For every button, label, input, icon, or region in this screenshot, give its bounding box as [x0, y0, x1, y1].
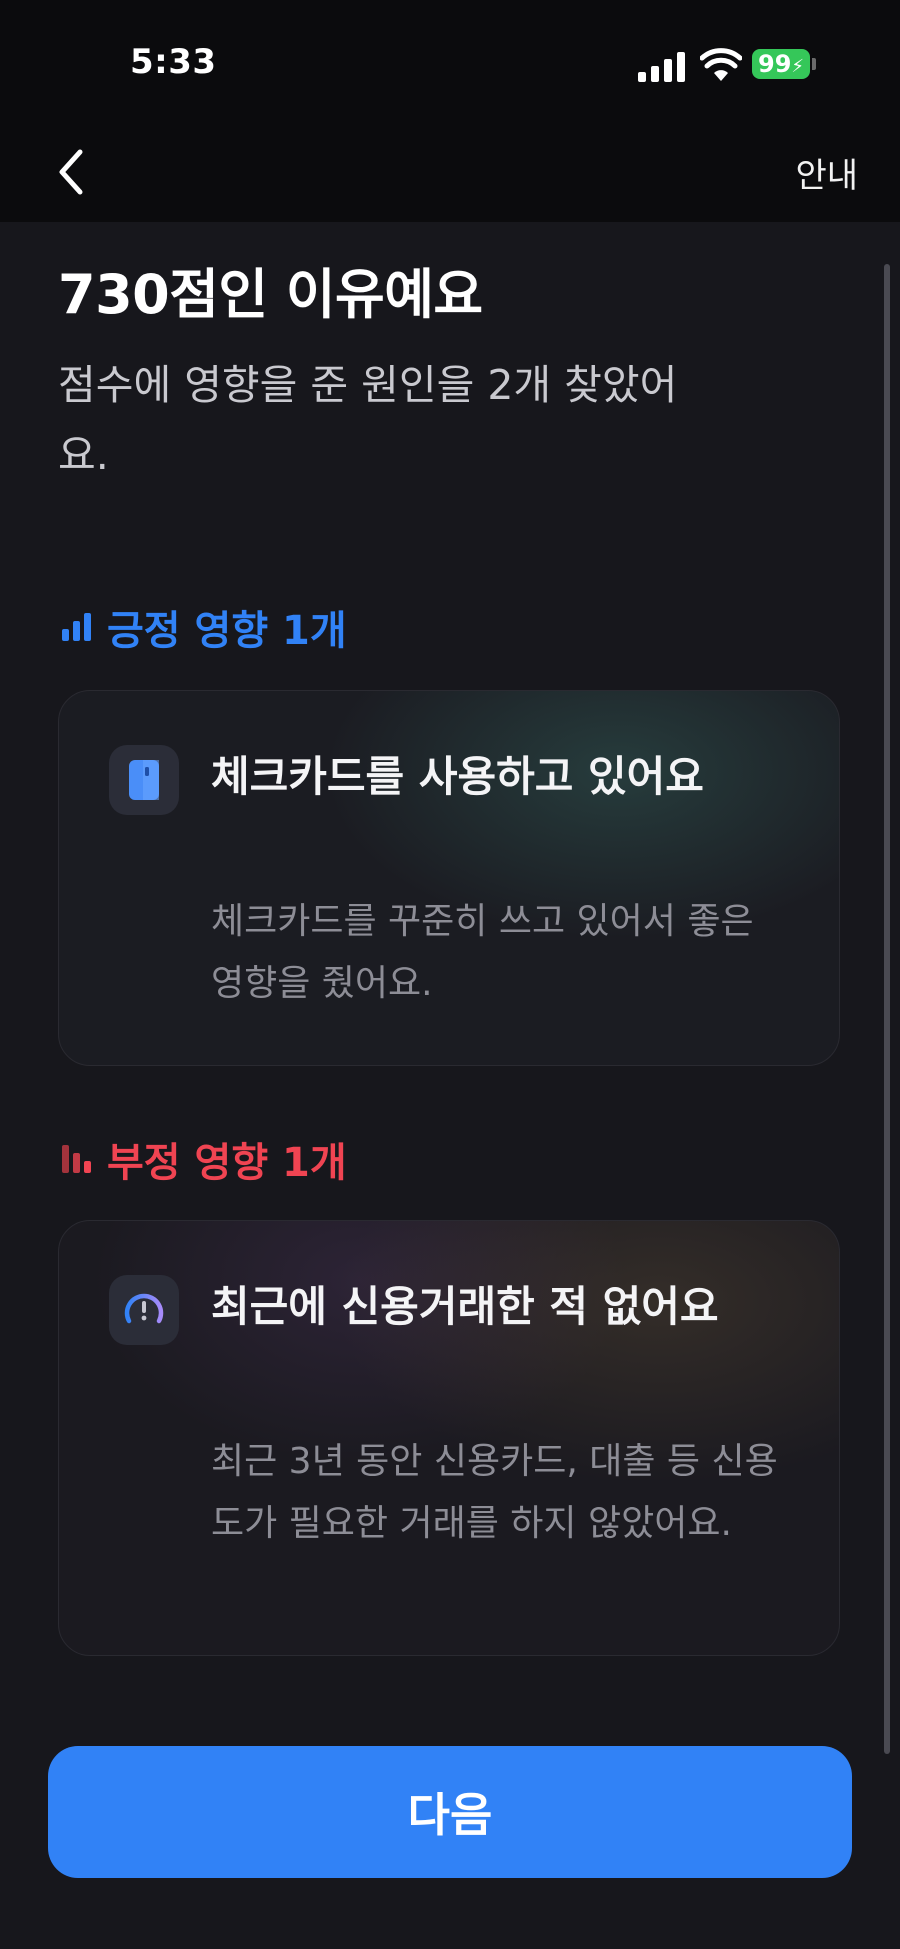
charging-bolt-icon: ⚡	[791, 56, 805, 77]
guide-button[interactable]: 안내	[795, 148, 858, 197]
page-title: 730점인 이유예요	[58, 263, 483, 326]
navigation-bar: 안내	[0, 130, 900, 222]
next-button[interactable]: 다음	[48, 1746, 852, 1878]
bar-chart-down-icon	[62, 1145, 91, 1173]
status-bar: 5:33 99⚡	[0, 0, 900, 130]
positive-card-title: 체크카드를 사용하고 있어요	[211, 752, 704, 801]
chevron-left-icon[interactable]	[52, 144, 92, 200]
positive-impact-card[interactable]: 체크카드를 사용하고 있어요 체크카드를 꾸준히 쓰고 있어서 좋은 영향을 줬…	[58, 690, 840, 1066]
cellular-signal-icon	[638, 52, 685, 82]
status-time: 5:33	[130, 42, 217, 82]
scrollbar[interactable]	[884, 264, 890, 1754]
battery-level: 99	[758, 50, 792, 78]
gauge-warning-icon	[109, 1275, 179, 1345]
wifi-icon	[700, 48, 742, 81]
battery-indicator: 99⚡	[752, 49, 810, 79]
positive-impact-label: 긍정 영향 1개	[107, 608, 347, 654]
bar-chart-icon	[62, 613, 91, 641]
negative-impact-card[interactable]: 최근에 신용거래한 적 없어요 최근 3년 동안 신용카드, 대출 등 신용도가…	[58, 1220, 840, 1656]
check-card-icon	[109, 745, 179, 815]
negative-card-description: 최근 3년 동안 신용카드, 대출 등 신용도가 필요한 거래를 하지 않았어요…	[211, 1441, 778, 1544]
negative-card-title: 최근에 신용거래한 적 없어요	[211, 1282, 719, 1331]
positive-card-description: 체크카드를 꾸준히 쓰고 있어서 좋은 영향을 줬어요.	[211, 901, 754, 1004]
battery-cap	[812, 58, 816, 70]
negative-impact-heading: 부정 영향 1개	[62, 1130, 347, 1188]
positive-impact-heading: 긍정 영향 1개	[62, 598, 347, 656]
negative-impact-label: 부정 영향 1개	[107, 1140, 347, 1186]
page-subtitle: 점수에 영향을 준 원인을 2개 찾았어요.	[58, 361, 678, 479]
